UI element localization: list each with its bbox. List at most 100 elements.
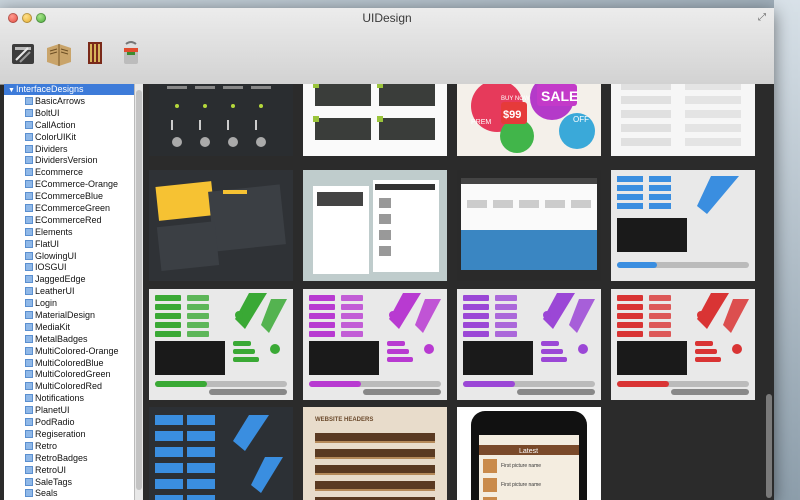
- sidebar-item-label: LeatherUI: [35, 286, 75, 297]
- folder-icon: [25, 168, 33, 177]
- sidebar-item-callaction[interactable]: CallAction: [4, 119, 134, 131]
- sidebar-item-multicolored-orange[interactable]: MultiColored-Orange: [4, 345, 134, 357]
- sidebar-item-flatui[interactable]: FlatUI: [4, 238, 134, 250]
- sidebar-item-regiseration[interactable]: Regiseration: [4, 428, 134, 440]
- thumbnail-blue-ribbons[interactable]: [149, 407, 293, 500]
- folder-icon: [25, 287, 33, 296]
- svg-text:First picture name: First picture name: [501, 482, 541, 488]
- sidebar-item-boltui[interactable]: BoltUI: [4, 107, 134, 119]
- thumbnail-grey-banners[interactable]: [303, 84, 447, 156]
- tree-root-label: InterfaceDesigns: [15, 84, 84, 94]
- sidebar-item-label: PlanetUI: [35, 405, 70, 416]
- tree-root-interfacedesigns[interactable]: ▼InterfaceDesigns: [4, 84, 134, 95]
- sidebar-item-ecommerce-orange[interactable]: ECommerce-Orange: [4, 178, 134, 190]
- sidebar-item-coloruikit[interactable]: ColorUIKit: [4, 131, 134, 143]
- fullscreen-icon[interactable]: ⤢: [756, 12, 768, 24]
- thumbnail-web-mockup[interactable]: [457, 170, 601, 281]
- folder-icon: [25, 120, 33, 129]
- sidebar-item-retro[interactable]: Retro: [4, 440, 134, 452]
- sidebar-item-materialdesign[interactable]: MaterialDesign: [4, 309, 134, 321]
- folder-icon: [25, 204, 33, 213]
- thumbnail-red-ui-kit[interactable]: [611, 289, 755, 400]
- thumbnail-green-ui-kit[interactable]: [149, 289, 293, 400]
- thumbnail-light-list[interactable]: [611, 84, 755, 156]
- thumbnail-gallery: SALE $99 BUY NOW OFF PREM WEBSITE HEADER…: [143, 84, 764, 500]
- sidebar-item-notifications[interactable]: Notifications: [4, 392, 134, 404]
- sidebar-item-metalbadges[interactable]: MetalBadges: [4, 333, 134, 345]
- folder-icon: [25, 275, 33, 284]
- sidebar-item-label: MultiColoredBlue: [35, 357, 104, 368]
- sidebar-item-saletags[interactable]: SaleTags: [4, 476, 134, 488]
- sidebar-item-ecommercered[interactable]: ECommerceRed: [4, 214, 134, 226]
- toolbar: [8, 38, 146, 72]
- folder-icon: [25, 156, 33, 165]
- app-window: UIDesign ⤢ ▼InterfaceDesigns BasicArrows…: [0, 8, 774, 500]
- thumbnail-purple-ui-kit[interactable]: [303, 289, 447, 400]
- sidebar-item-label: Notifications: [35, 393, 85, 404]
- sidebar-item-label: Login: [35, 298, 58, 309]
- paint-bucket-icon[interactable]: [116, 38, 146, 68]
- folder-icon: [25, 263, 33, 272]
- title-bar: UIDesign ⤢: [0, 8, 774, 85]
- sidebar-item-multicoloredgreen[interactable]: MultiColoredGreen: [4, 368, 134, 380]
- sidebar-item-label: Elements: [35, 226, 73, 237]
- window-title: UIDesign: [362, 11, 412, 25]
- tools-icon[interactable]: [8, 38, 38, 68]
- thumbnail-violet-ui-kit[interactable]: [457, 289, 601, 400]
- svg-text:OFF: OFF: [573, 115, 589, 124]
- sidebar-item-ecommerce[interactable]: Ecommerce: [4, 166, 134, 178]
- svg-text:$99: $99: [503, 109, 521, 121]
- sidebar-scroll-thumb[interactable]: [136, 90, 142, 490]
- thumbnail-website-headers[interactable]: WEBSITE HEADERS: [303, 407, 447, 500]
- thumbnail-iphone-app[interactable]: Latest First picture name First picture na…: [457, 407, 601, 500]
- folder-icon: [25, 322, 33, 331]
- folder-icon: [25, 453, 33, 462]
- folder-icon: [25, 251, 33, 260]
- folder-icon: [25, 144, 33, 153]
- sidebar-item-label: DividersVersion: [35, 155, 98, 166]
- sidebar-item-label: Regiseration: [35, 428, 86, 439]
- sidebar-item-seals[interactable]: Seals: [4, 487, 134, 499]
- sidebar-item-multicoloredblue[interactable]: MultiColoredBlue: [4, 357, 134, 369]
- gallery-scroll-thumb[interactable]: [766, 394, 772, 498]
- sidebar-item-retroui[interactable]: RetroUI: [4, 464, 134, 476]
- sidebar-item-podradio[interactable]: PodRadio: [4, 416, 134, 428]
- sidebar-item-login[interactable]: Login: [4, 297, 134, 309]
- svg-text:SALE: SALE: [541, 88, 578, 104]
- folder-icon: [25, 311, 33, 320]
- sidebar-item-dividersversion[interactable]: DividersVersion: [4, 154, 134, 166]
- sidebar-item-ecommercegreen[interactable]: ECommerceGreen: [4, 202, 134, 214]
- sidebar-item-retrobadges[interactable]: RetroBadges: [4, 452, 134, 464]
- sidebar-item-jaggededge[interactable]: JaggedEdge: [4, 273, 134, 285]
- sidebar-item-mediakit[interactable]: MediaKit: [4, 321, 134, 333]
- gallery-scrollbar[interactable]: [764, 84, 774, 500]
- sidebar-item-leatherui[interactable]: LeatherUI: [4, 285, 134, 297]
- open-book-icon[interactable]: [44, 38, 74, 68]
- sidebar-item-label: MaterialDesign: [35, 310, 96, 321]
- folder-icon: [25, 239, 33, 248]
- thumbnail-blue-ui-kit[interactable]: [611, 170, 755, 281]
- thumbnail-web-layouts[interactable]: [303, 170, 447, 281]
- thumbnail-dark-controls[interactable]: [149, 84, 293, 156]
- sidebar-item-label: MultiColored-Orange: [35, 345, 119, 356]
- thumbnail-dark-dashboard[interactable]: [149, 170, 293, 281]
- sidebar-item-multicoloredred[interactable]: MultiColoredRed: [4, 380, 134, 392]
- thumbnail-sale-tags[interactable]: SALE $99 BUY NOW OFF PREM: [457, 84, 601, 156]
- folder-icon: [25, 441, 33, 450]
- folder-icon: [25, 382, 33, 391]
- brushes-icon[interactable]: [80, 38, 110, 68]
- sidebar-item-basicarrows[interactable]: BasicArrows: [4, 95, 134, 107]
- sidebar-item-ecommerceblue[interactable]: ECommerceBlue: [4, 190, 134, 202]
- sidebar-item-label: RetroUI: [35, 464, 67, 475]
- folder-icon: [25, 97, 33, 105]
- sidebar-item-iosgui[interactable]: IOSGUI: [4, 261, 134, 273]
- folder-icon: [25, 132, 33, 141]
- folder-icon: [25, 370, 33, 379]
- sidebar-tree: ▼InterfaceDesigns BasicArrows BoltUI CallA…: [4, 84, 135, 500]
- desktop-background: [774, 0, 800, 500]
- sidebar-item-dividers[interactable]: Dividers: [4, 143, 134, 155]
- svg-text:First picture name: First picture name: [501, 463, 541, 469]
- sidebar-item-elements[interactable]: Elements: [4, 226, 134, 238]
- sidebar-item-planetui[interactable]: PlanetUI: [4, 404, 134, 416]
- sidebar-item-glowingui[interactable]: GlowingUI: [4, 250, 134, 262]
